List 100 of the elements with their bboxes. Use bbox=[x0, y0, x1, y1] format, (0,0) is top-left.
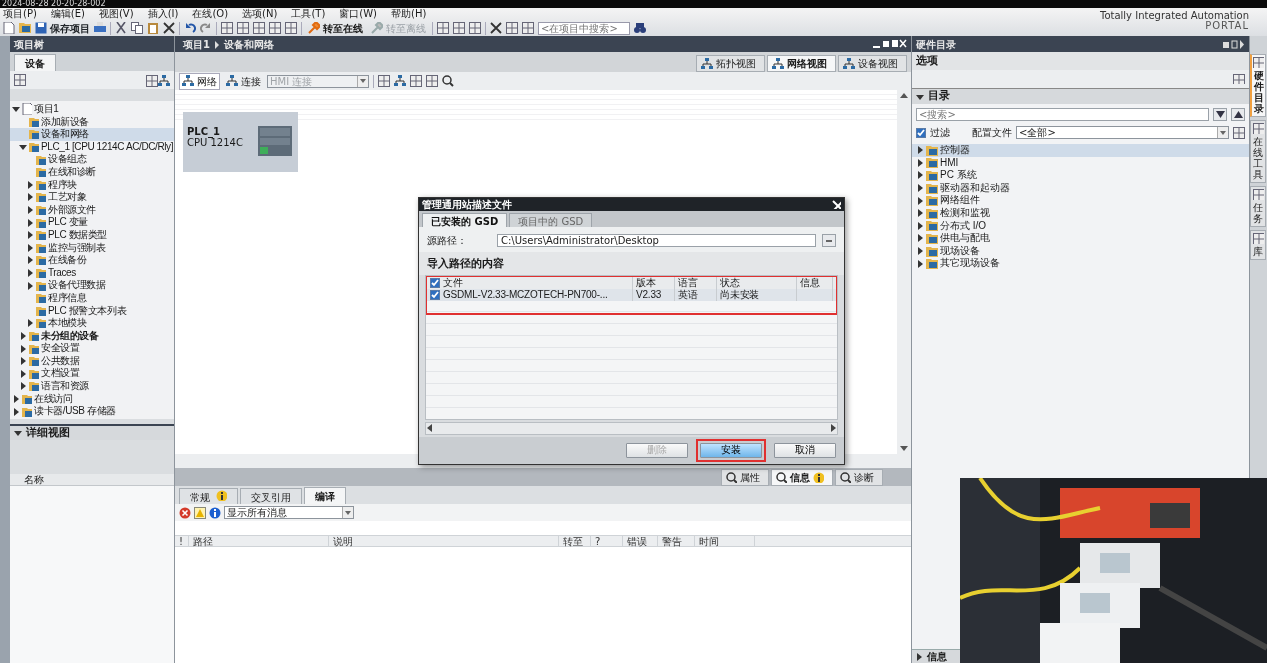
tree-item[interactable]: 公共数据 bbox=[10, 354, 174, 368]
caret-icon[interactable] bbox=[916, 234, 924, 243]
grid-icon[interactable] bbox=[221, 22, 233, 34]
menu-item[interactable]: 项目(P) bbox=[3, 8, 37, 20]
message-filter-dropdown[interactable]: 显示所有消息 bbox=[224, 506, 354, 519]
binoculars-icon[interactable] bbox=[634, 22, 646, 34]
breadcrumb-item[interactable]: 项目1 bbox=[183, 38, 210, 50]
redo-icon[interactable] bbox=[200, 22, 212, 34]
tree-item[interactable]: 程序块 bbox=[10, 178, 174, 192]
tree-item[interactable]: 读卡器/USB 存储器 bbox=[10, 405, 174, 418]
caret-icon[interactable] bbox=[26, 193, 34, 202]
inspector-tab[interactable]: 信息 bbox=[771, 469, 833, 486]
caret-icon[interactable] bbox=[26, 256, 34, 265]
grid-icon[interactable] bbox=[469, 22, 481, 34]
checkbox[interactable] bbox=[430, 289, 440, 300]
caret-icon[interactable] bbox=[916, 196, 924, 205]
list-view-icon[interactable] bbox=[146, 74, 158, 87]
dialog-button[interactable]: 取消 bbox=[774, 442, 836, 458]
caret-icon[interactable] bbox=[19, 369, 27, 378]
breadcrumb-item[interactable]: 设备和网络 bbox=[223, 38, 274, 50]
caret-icon[interactable] bbox=[26, 206, 34, 215]
caret-icon[interactable] bbox=[916, 209, 924, 218]
tab[interactable]: 设备 bbox=[14, 54, 56, 71]
caret-icon[interactable] bbox=[916, 158, 924, 167]
caret-icon[interactable] bbox=[26, 243, 34, 252]
caret-icon[interactable] bbox=[19, 143, 27, 152]
tree-item[interactable]: 在线访问 bbox=[10, 392, 174, 406]
caret-icon[interactable] bbox=[26, 218, 34, 227]
view-tab[interactable]: 网络视图 bbox=[767, 55, 836, 72]
network-button[interactable]: 网络 bbox=[179, 72, 220, 90]
view-tab[interactable]: 设备视图 bbox=[838, 55, 907, 72]
grid-icon[interactable] bbox=[378, 75, 390, 87]
tree-item[interactable]: 程序信息 bbox=[10, 291, 174, 305]
grid-icon[interactable] bbox=[506, 22, 518, 34]
caret-icon[interactable] bbox=[916, 92, 924, 101]
caret-icon[interactable] bbox=[916, 221, 924, 230]
tree-item[interactable]: 未分组的设备 bbox=[10, 329, 174, 343]
tab[interactable]: 编译 bbox=[304, 487, 346, 504]
tree-item[interactable]: 在线和诊断 bbox=[10, 165, 174, 179]
caret-icon[interactable] bbox=[26, 231, 34, 240]
caret-icon[interactable] bbox=[26, 319, 34, 328]
side-tab[interactable]: 库 bbox=[1250, 230, 1266, 260]
tab[interactable]: 常规 bbox=[179, 488, 238, 504]
menu-item[interactable]: 视图(V) bbox=[98, 8, 134, 20]
browse-button[interactable] bbox=[822, 234, 836, 247]
tree-item[interactable]: 设备代理数据 bbox=[10, 279, 174, 292]
caret-icon[interactable] bbox=[916, 652, 923, 661]
folder-icon[interactable] bbox=[19, 22, 31, 34]
tree-item[interactable]: 在线备份 bbox=[10, 254, 174, 267]
new-page-icon[interactable] bbox=[3, 22, 15, 34]
tab[interactable]: 项目中的 GSD bbox=[509, 213, 593, 227]
tree-item[interactable]: 设备组态 bbox=[10, 153, 174, 166]
caret-icon[interactable] bbox=[26, 180, 34, 189]
side-tab[interactable]: 在线工具 bbox=[1250, 120, 1266, 183]
grid-icon[interactable] bbox=[269, 22, 281, 34]
scissors-icon[interactable] bbox=[115, 22, 127, 34]
caret-icon[interactable] bbox=[19, 332, 27, 340]
search-field[interactable]: <在项目中搜索> bbox=[538, 21, 630, 35]
grid-icon[interactable] bbox=[237, 22, 249, 34]
catalog-item[interactable]: 网络组件 bbox=[912, 194, 1249, 207]
catalog-settings-icon[interactable] bbox=[1233, 126, 1245, 139]
window-controls-icon[interactable] bbox=[873, 39, 907, 49]
tree-item[interactable]: 语言和资源 bbox=[10, 380, 174, 393]
caret-icon[interactable] bbox=[19, 382, 27, 391]
catalog-item[interactable]: 驱动器和起动器 bbox=[912, 181, 1249, 195]
plc-device[interactable]: PLC_1 CPU 1214C bbox=[183, 112, 298, 172]
go-online-button[interactable]: 转至在线 bbox=[306, 20, 365, 36]
caret-icon[interactable] bbox=[916, 146, 924, 155]
zoom-icon[interactable] bbox=[442, 75, 454, 87]
catalog-item[interactable]: 其它现场设备 bbox=[912, 257, 1249, 270]
catalog-item[interactable]: 供电与配电 bbox=[912, 232, 1249, 245]
caret-icon[interactable] bbox=[19, 344, 27, 353]
info-filter-icon[interactable] bbox=[209, 506, 221, 519]
inspector-tab[interactable]: 属性 bbox=[721, 469, 769, 486]
menu-item[interactable]: 工具(T) bbox=[291, 8, 326, 20]
path-field[interactable]: C:\Users\Administrator\Desktop bbox=[497, 234, 816, 247]
tree-item[interactable]: PLC_1 [CPU 1214C AC/DC/Rly] bbox=[10, 140, 174, 154]
catalog-item[interactable]: 现场设备 bbox=[912, 244, 1249, 258]
caret-icon[interactable] bbox=[916, 247, 924, 256]
scrollbar[interactable] bbox=[425, 421, 838, 435]
menu-item[interactable]: 编辑(E) bbox=[50, 8, 85, 20]
inspector-tab[interactable]: 诊断 bbox=[835, 469, 883, 486]
tree-item[interactable]: 本地模块 bbox=[10, 317, 174, 330]
tree-item[interactable]: 监控与强制表 bbox=[10, 241, 174, 255]
catalog-item[interactable]: 控制器 bbox=[912, 144, 1249, 157]
warning-filter-icon[interactable] bbox=[194, 506, 206, 519]
checkbox[interactable] bbox=[916, 127, 926, 138]
tree-item[interactable]: 外部源文件 bbox=[10, 203, 174, 217]
caret-icon[interactable] bbox=[19, 357, 27, 366]
grid-icon[interactable] bbox=[14, 74, 26, 86]
tree-item[interactable]: PLC 数据类型 bbox=[10, 228, 174, 242]
save-project-button[interactable]: 保存项目 bbox=[35, 20, 90, 36]
tree-item[interactable]: PLC 报警文本列表 bbox=[10, 304, 174, 318]
copy-icon[interactable] bbox=[131, 22, 143, 34]
tree-item[interactable]: 安全设置 bbox=[10, 342, 174, 355]
caret-icon[interactable] bbox=[12, 407, 20, 416]
catalog-item[interactable]: 分布式 I/O bbox=[912, 219, 1249, 233]
side-tab[interactable]: 硬件目录 bbox=[1250, 54, 1266, 117]
network-icon[interactable] bbox=[158, 74, 170, 87]
tab[interactable]: 交叉引用 bbox=[240, 488, 302, 504]
